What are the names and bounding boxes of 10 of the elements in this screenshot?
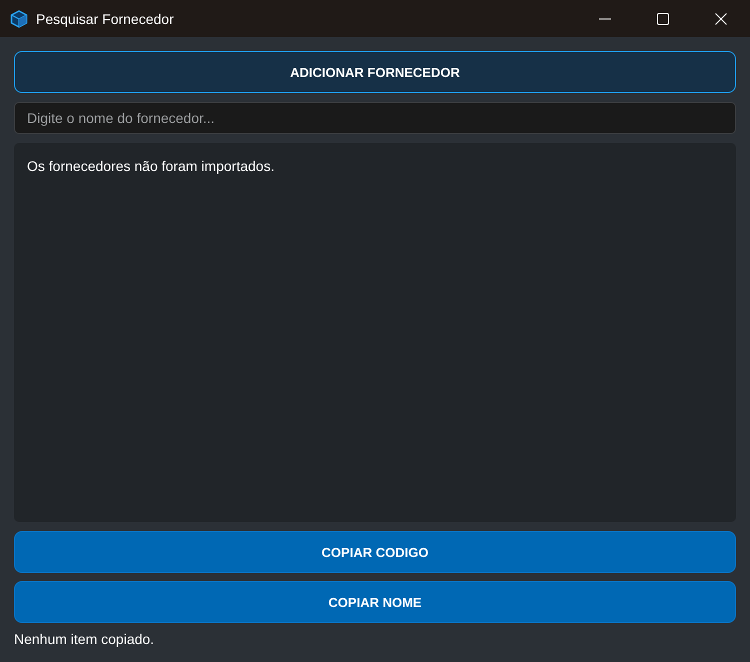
- empty-message: Os fornecedores não foram importados.: [27, 158, 274, 174]
- window-title: Pesquisar Fornecedor: [36, 10, 174, 26]
- copy-button[interactable]: COPIAR CODIGO: [14, 531, 736, 573]
- maximize-icon: [657, 12, 669, 24]
- cube-icon: [10, 10, 28, 28]
- search-field[interactable]: Digite o nome do fornecedor...: [14, 102, 736, 134]
- copy-button[interactable]: COPIAR NOME: [14, 581, 736, 623]
- close-icon: [715, 12, 727, 24]
- status-text: Nenhum item copiado.: [14, 630, 156, 648]
- add-supplier-button[interactable]: ADICIONAR FORNECEDOR: [14, 51, 736, 93]
